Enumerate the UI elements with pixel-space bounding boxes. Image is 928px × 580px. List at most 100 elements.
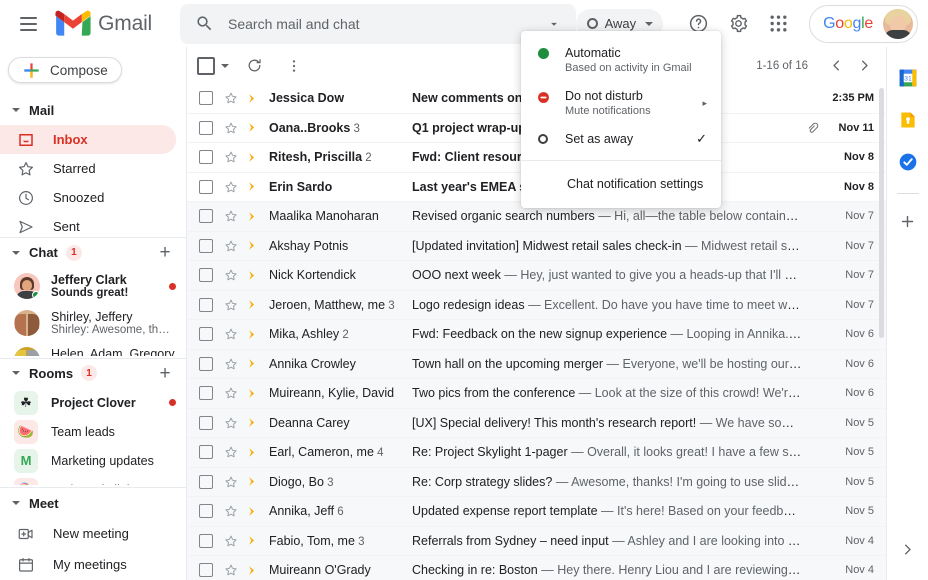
important-marker-icon[interactable] bbox=[246, 387, 260, 400]
row-checkbox[interactable] bbox=[199, 563, 213, 577]
sidebar-item-inbox[interactable]: Inbox bbox=[0, 125, 176, 154]
row-checkbox[interactable] bbox=[199, 416, 213, 430]
compose-button[interactable]: Compose bbox=[8, 57, 122, 83]
table-row[interactable]: Annika CrowleyTown hall on the upcoming … bbox=[187, 350, 886, 380]
table-row[interactable]: Deanna Carey[UX] Special delivery! This … bbox=[187, 409, 886, 439]
apps-grid-icon[interactable] bbox=[759, 5, 797, 43]
row-checkbox[interactable] bbox=[199, 386, 213, 400]
table-row[interactable]: Akshay Potnis[Updated invitation] Midwes… bbox=[187, 232, 886, 262]
attachment-icon[interactable] bbox=[802, 121, 822, 135]
row-checkbox[interactable] bbox=[199, 327, 213, 341]
important-marker-icon[interactable] bbox=[246, 564, 260, 577]
google-calendar-icon[interactable]: 31 bbox=[891, 61, 925, 95]
important-marker-icon[interactable] bbox=[246, 298, 260, 311]
scrollbar[interactable] bbox=[878, 84, 886, 580]
menu-item-do-not-disturb[interactable]: Do not disturb Mute notifications ▸ bbox=[521, 82, 721, 125]
important-marker-icon[interactable] bbox=[246, 475, 260, 488]
star-icon[interactable] bbox=[222, 209, 240, 223]
sidebar-section-chat[interactable]: Chat 1 + bbox=[0, 238, 186, 268]
star-icon[interactable] bbox=[222, 239, 240, 253]
row-checkbox[interactable] bbox=[199, 91, 213, 105]
menu-item-set-as-away[interactable]: Set as away ✓ bbox=[521, 125, 721, 153]
table-row[interactable]: Annika, Jeff 6Updated expense report tem… bbox=[187, 497, 886, 527]
brand[interactable]: Gmail bbox=[55, 10, 152, 37]
row-checkbox[interactable] bbox=[199, 239, 213, 253]
important-marker-icon[interactable] bbox=[246, 328, 260, 341]
status-dropdown-menu[interactable]: Automatic Based on activity in Gmail Do … bbox=[521, 31, 721, 208]
row-checkbox[interactable] bbox=[199, 357, 213, 371]
row-checkbox[interactable] bbox=[199, 180, 213, 194]
important-marker-icon[interactable] bbox=[246, 269, 260, 282]
select-all-checkbox[interactable] bbox=[197, 57, 215, 75]
menu-item-chat-notification-settings[interactable]: Chat notification settings bbox=[521, 168, 721, 200]
star-icon[interactable] bbox=[222, 504, 240, 518]
menu-item-automatic[interactable]: Automatic Based on activity in Gmail bbox=[521, 39, 721, 82]
row-checkbox[interactable] bbox=[199, 121, 213, 135]
sidebar-section-rooms[interactable]: Rooms 1 + bbox=[0, 358, 186, 388]
star-icon[interactable] bbox=[222, 563, 240, 577]
important-marker-icon[interactable] bbox=[246, 92, 260, 105]
star-icon[interactable] bbox=[222, 475, 240, 489]
table-row[interactable]: Muireann, Kylie, DavidTwo pics from the … bbox=[187, 379, 886, 409]
table-row[interactable]: Mika, Ashley 2Fwd: Feedback on the new s… bbox=[187, 320, 886, 350]
star-icon[interactable] bbox=[222, 445, 240, 459]
list-item[interactable]: ☘ Project Clover bbox=[0, 388, 186, 417]
star-icon[interactable] bbox=[222, 121, 240, 135]
sidebar-item-new-meeting[interactable]: New meeting bbox=[0, 518, 176, 549]
important-marker-icon[interactable] bbox=[246, 416, 260, 429]
star-icon[interactable] bbox=[222, 180, 240, 194]
row-checkbox[interactable] bbox=[199, 534, 213, 548]
important-marker-icon[interactable] bbox=[246, 446, 260, 459]
chevron-right-icon[interactable] bbox=[850, 52, 878, 80]
star-icon[interactable] bbox=[222, 298, 240, 312]
google-keep-icon[interactable] bbox=[891, 103, 925, 137]
star-icon[interactable] bbox=[222, 386, 240, 400]
list-item[interactable]: 🍉 Team leads bbox=[0, 417, 186, 446]
plus-icon[interactable] bbox=[891, 204, 925, 238]
table-row[interactable]: Earl, Cameron, me 4Re: Project Skylight … bbox=[187, 438, 886, 468]
star-icon[interactable] bbox=[222, 150, 240, 164]
star-icon[interactable] bbox=[222, 268, 240, 282]
caret-down-icon[interactable] bbox=[12, 251, 20, 255]
row-checkbox[interactable] bbox=[199, 445, 213, 459]
sidebar-item-starred[interactable]: Starred bbox=[0, 154, 176, 183]
row-checkbox[interactable] bbox=[199, 475, 213, 489]
chevron-right-icon[interactable] bbox=[891, 532, 925, 566]
gear-icon[interactable] bbox=[719, 5, 757, 43]
caret-down-icon[interactable] bbox=[12, 501, 20, 505]
search-input[interactable] bbox=[228, 16, 542, 32]
scrollbar-thumb[interactable] bbox=[879, 88, 884, 338]
list-item[interactable]: Jeffery Clark Sounds great! bbox=[0, 268, 186, 305]
google-account-chip[interactable]: Google bbox=[809, 5, 918, 43]
row-checkbox[interactable] bbox=[199, 209, 213, 223]
list-item[interactable]: Shirley, Jeffery Shirley: Awesome, thank… bbox=[0, 305, 186, 342]
sidebar-item-my-meetings[interactable]: My meetings bbox=[0, 549, 176, 580]
sidebar-item-sent[interactable]: Sent bbox=[0, 212, 176, 235]
important-marker-icon[interactable] bbox=[246, 180, 260, 193]
table-row[interactable]: Muireann O'GradyChecking in re: Boston —… bbox=[187, 556, 886, 580]
sidebar-section-mail[interactable]: Mail bbox=[0, 95, 186, 125]
more-vertical-icon[interactable] bbox=[279, 51, 309, 81]
important-marker-icon[interactable] bbox=[246, 121, 260, 134]
hamburger-icon[interactable] bbox=[10, 5, 47, 43]
important-marker-icon[interactable] bbox=[246, 534, 260, 547]
star-icon[interactable] bbox=[222, 357, 240, 371]
important-marker-icon[interactable] bbox=[246, 151, 260, 164]
important-marker-icon[interactable] bbox=[246, 239, 260, 252]
star-icon[interactable] bbox=[222, 327, 240, 341]
table-row[interactable]: Jeroen, Matthew, me 3Logo redesign ideas… bbox=[187, 291, 886, 321]
star-icon[interactable] bbox=[222, 91, 240, 105]
important-marker-icon[interactable] bbox=[246, 357, 260, 370]
plus-icon[interactable]: + bbox=[152, 360, 178, 386]
row-checkbox[interactable] bbox=[199, 150, 213, 164]
list-item[interactable]: M Marketing updates bbox=[0, 446, 186, 475]
refresh-icon[interactable] bbox=[239, 51, 269, 81]
google-tasks-icon[interactable] bbox=[891, 145, 925, 179]
important-marker-icon[interactable] bbox=[246, 210, 260, 223]
important-marker-icon[interactable] bbox=[246, 505, 260, 518]
table-row[interactable]: Fabio, Tom, me 3Referrals from Sydney – … bbox=[187, 527, 886, 557]
avatar[interactable] bbox=[883, 9, 913, 39]
list-item[interactable]: Helen, Adam, Gregory You: Can we resched… bbox=[0, 342, 186, 356]
caret-down-icon[interactable] bbox=[12, 371, 20, 375]
search-bar[interactable] bbox=[180, 4, 576, 44]
